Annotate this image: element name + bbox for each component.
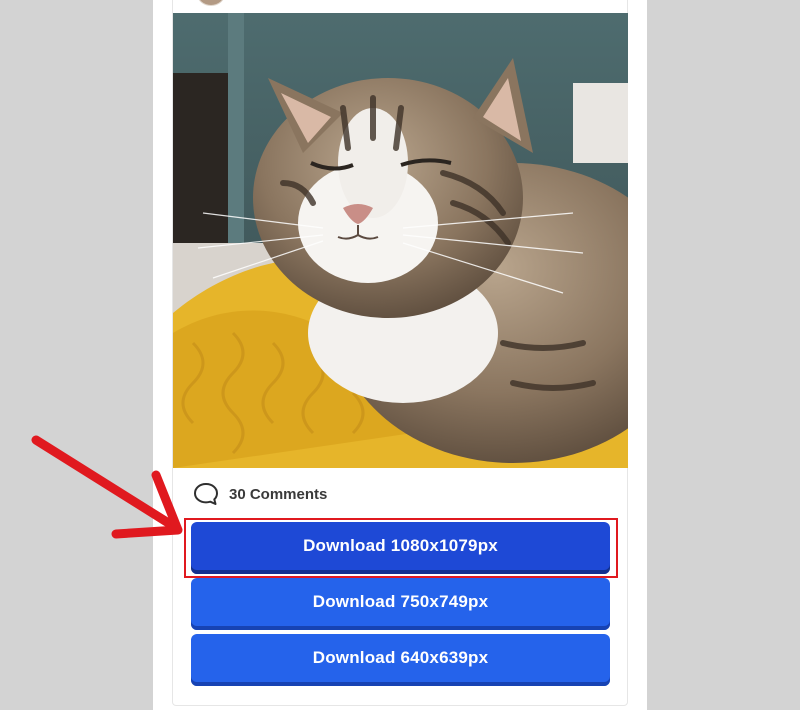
download-640-button[interactable]: Download 640x639px <box>191 634 610 686</box>
cat-photo-image <box>173 13 628 468</box>
red-pointer-arrow-icon <box>31 435 183 539</box>
post-photo <box>173 13 628 468</box>
comments-link[interactable]: 30 Comments <box>193 482 327 506</box>
comments-count-label: 30 Comments <box>229 485 328 503</box>
download-1080-button[interactable]: Download 1080x1079px <box>191 522 610 574</box>
download-750-button[interactable]: Download 750x749px <box>191 578 610 630</box>
